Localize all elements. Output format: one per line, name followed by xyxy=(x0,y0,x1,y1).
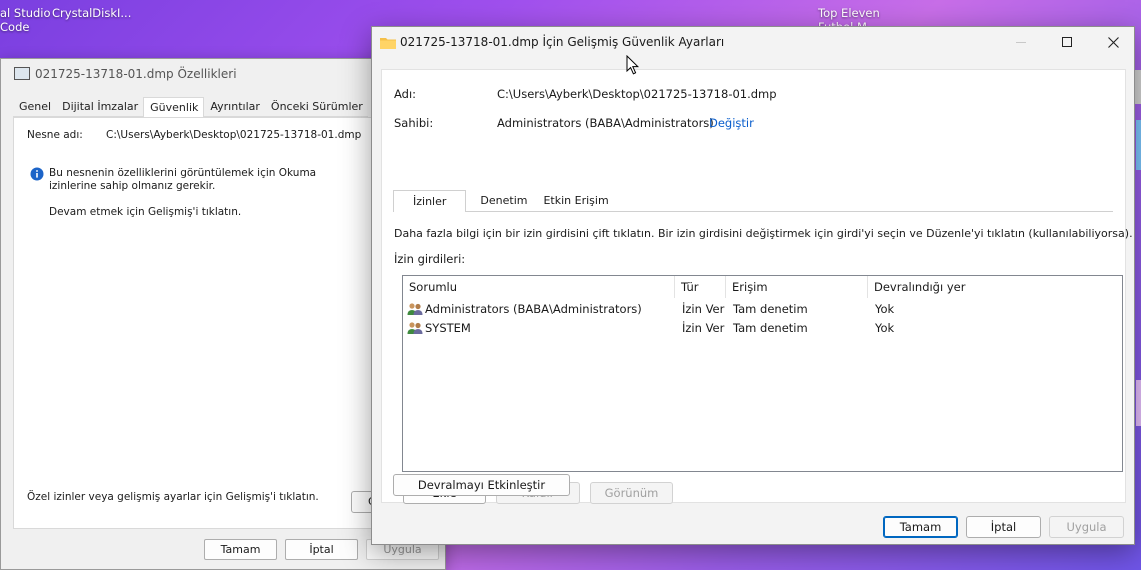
desktop-icon-label-vscode[interactable]: al Studio Code xyxy=(0,6,51,34)
properties-ok-button[interactable]: Tamam xyxy=(204,539,277,560)
window-title: 021725-13718-01.dmp İçin Gelişmiş Güvenl… xyxy=(400,35,725,49)
name-label: Adı: xyxy=(394,87,417,101)
users-group-icon xyxy=(407,322,423,334)
tab-divider xyxy=(610,211,1113,212)
info-icon xyxy=(30,167,44,181)
desktop-app-icon[interactable] xyxy=(1134,70,1141,104)
permission-entries-list[interactable]: Sorumlu Tür Erişim Devralındığı yer Admi… xyxy=(402,275,1123,472)
entry-type: İzin Ver xyxy=(682,321,725,335)
entry-inherited-from: Yok xyxy=(875,302,895,316)
instructions-text: Daha fazla bilgi için bir izin girdisini… xyxy=(394,227,1133,240)
entry-type: İzin Ver xyxy=(682,302,725,316)
security-tabs: İzinler Denetim Etkin Erişim xyxy=(393,190,618,212)
properties-tabs: Genel Dijital İmzalar Güvenlik Ayrıntıla… xyxy=(13,97,368,117)
view-button[interactable]: Görünüm xyxy=(590,482,673,504)
maximize-button[interactable] xyxy=(1044,27,1090,57)
entry-access: Tam denetim xyxy=(733,302,808,316)
properties-cancel-button[interactable]: İptal xyxy=(285,539,358,560)
users-group-icon xyxy=(407,303,423,315)
list-header: Sorumlu Tür Erişim Devralındığı yer xyxy=(403,276,1122,298)
minimize-button[interactable] xyxy=(998,27,1044,57)
tab-digital-signatures[interactable]: Dijital İmzalar xyxy=(56,97,144,117)
entry-inherited-from: Yok xyxy=(875,321,895,335)
ok-button[interactable]: Tamam xyxy=(883,516,958,538)
title-bar[interactable]: 021725-13718-01.dmp İçin Gelişmiş Güvenl… xyxy=(372,27,1134,61)
minimize-icon xyxy=(1016,41,1026,43)
entry-principal: SYSTEM xyxy=(425,321,471,335)
close-icon xyxy=(1107,36,1119,48)
special-permissions-text: Özel izinler veya gelişmiş ayarlar için … xyxy=(27,491,319,503)
column-header-principal[interactable]: Sorumlu xyxy=(409,280,457,294)
cancel-button[interactable]: İptal xyxy=(966,516,1041,538)
tab-details[interactable]: Ayrıntılar xyxy=(204,97,265,117)
owner-label: Sahibi: xyxy=(394,116,434,130)
entries-label: İzin girdileri: xyxy=(394,252,466,266)
tab-general[interactable]: Genel xyxy=(13,97,57,117)
column-header-access[interactable]: Erişim xyxy=(732,280,768,294)
desktop-app-icon[interactable] xyxy=(1136,380,1141,426)
tab-permissions[interactable]: İzinler xyxy=(393,190,467,212)
entry-access: Tam denetim xyxy=(733,321,808,335)
table-row[interactable]: SYSTEM İzin Ver Tam denetim Yok xyxy=(403,319,1122,338)
apply-button[interactable]: Uygula xyxy=(1049,516,1124,538)
tab-previous-versions[interactable]: Önceki Sürümler xyxy=(264,97,368,117)
close-button[interactable] xyxy=(1090,27,1136,57)
column-header-inherited[interactable]: Devralındığı yer xyxy=(874,280,965,294)
name-value: C:\Users\Ayberk\Desktop\021725-13718-01.… xyxy=(497,87,777,101)
column-header-type[interactable]: Tür xyxy=(681,280,698,294)
desktop-app-icon[interactable] xyxy=(1136,120,1141,170)
mouse-cursor-icon xyxy=(626,55,640,75)
column-separator[interactable] xyxy=(674,276,675,298)
tab-effective-access[interactable]: Etkin Erişim xyxy=(535,190,618,212)
column-separator[interactable] xyxy=(867,276,868,298)
properties-window-title: 021725-13718-01.dmp Özellikleri xyxy=(35,67,237,81)
tab-auditing[interactable]: Denetim xyxy=(466,190,536,212)
desktop-icon-label-topeleven[interactable]: Top Eleven Futbol M... xyxy=(818,6,880,26)
security-settings-panel: Adı: C:\Users\Ayberk\Desktop\021725-1371… xyxy=(381,69,1133,504)
object-name-label: Nesne adı: xyxy=(27,129,83,141)
properties-window-icon xyxy=(14,67,30,80)
object-name-value: C:\Users\Ayberk\Desktop\021725-13718-01.… xyxy=(106,129,362,141)
owner-value: Administrators (BABA\Administrators) xyxy=(497,116,714,130)
info-message: Bu nesnenin özelliklerini görüntülemek i… xyxy=(49,167,317,192)
desktop-icon-label-crystaldisk[interactable]: CrystalDiskI... xyxy=(52,6,131,20)
continue-message: Devam etmek için Gelişmiş'i tıklatın. xyxy=(49,206,242,218)
entry-principal: Administrators (BABA\Administrators) xyxy=(425,302,642,316)
enable-inheritance-button[interactable]: Devralmayı Etkinleştir xyxy=(393,474,570,496)
table-row[interactable]: Administrators (BABA\Administrators) İzi… xyxy=(403,300,1122,319)
change-owner-link[interactable]: Değiştir xyxy=(709,116,754,130)
column-separator[interactable] xyxy=(725,276,726,298)
advanced-security-window: 021725-13718-01.dmp İçin Gelişmiş Güvenl… xyxy=(371,26,1135,545)
maximize-icon xyxy=(1062,37,1072,47)
tab-security[interactable]: Güvenlik xyxy=(143,97,205,117)
folder-icon xyxy=(380,38,396,49)
